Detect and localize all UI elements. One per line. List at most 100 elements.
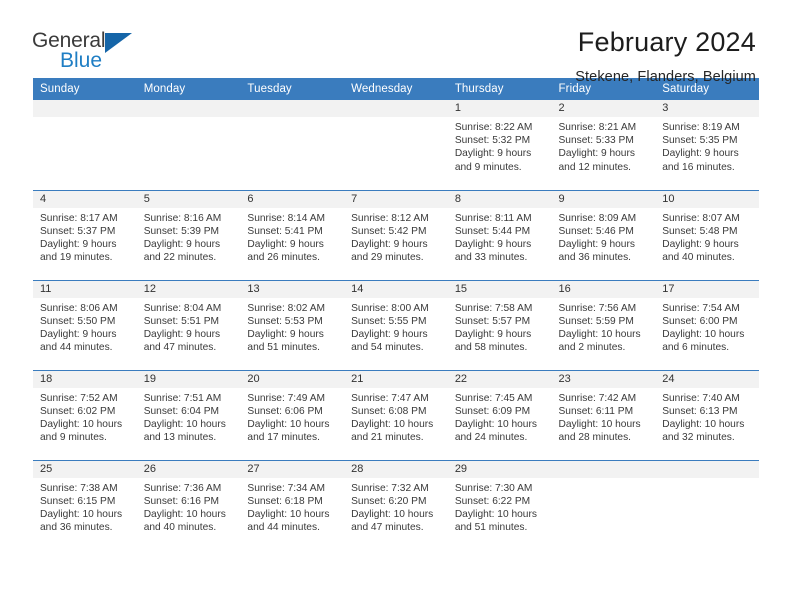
daylight-line-2: and 9 minutes.: [454, 161, 522, 173]
day-cell[interactable]: 13 Sunrise: 8:02 AM Sunset: 5:53 PM Dayligh…: [240, 279, 345, 370]
daylight-line-1: Daylight: 10 hours: [558, 418, 641, 430]
sunrise-time: Sunrise: 7:38 AM: [40, 482, 118, 494]
day-cell[interactable]: 1 Sunrise: 8:22 AM Sunset: 5:32 PM Daylight…: [447, 100, 552, 190]
sunrise-time: Sunrise: 8:06 AM: [40, 302, 118, 314]
day-cell-empty: [240, 100, 345, 190]
weekday-header-thursday: Thursday: [447, 78, 552, 100]
day-cell[interactable]: 19 Sunrise: 7:51 AM Sunset: 6:04 PM Dayligh…: [136, 369, 241, 460]
day-details: Sunrise: 8:06 AM Sunset: 5:50 PM Daylight:…: [33, 298, 137, 355]
daylight-line-2: and 9 minutes.: [40, 432, 107, 444]
day-cell[interactable]: 17 Sunrise: 7:54 AM Sunset: 6:00 PM Dayligh…: [655, 279, 759, 370]
day-cell[interactable]: 29 Sunrise: 7:30 AM Sunset: 6:22 PM Dayligh…: [447, 459, 552, 550]
sunrise-time: Sunrise: 8:17 AM: [40, 212, 118, 224]
sunset-time: Sunset: 5:59 PM: [558, 315, 634, 327]
sunset-time: Sunset: 6:04 PM: [143, 405, 220, 417]
sunset-time: Sunset: 6:22 PM: [454, 495, 531, 507]
sunrise-time: Sunrise: 7:58 AM: [454, 302, 533, 314]
day-number: [344, 100, 448, 117]
day-cell[interactable]: 5 Sunrise: 8:16 AM Sunset: 5:39 PM Daylight…: [136, 189, 241, 280]
daylight-line-1: Daylight: 9 hours: [351, 238, 428, 250]
logo-triangle-icon: [105, 33, 132, 53]
daylight-line-2: and 17 minutes.: [247, 432, 320, 444]
sunset-time: Sunset: 6:09 PM: [454, 405, 531, 417]
day-number: 4: [33, 190, 137, 208]
sunset-time: Sunset: 5:37 PM: [40, 225, 116, 237]
day-number: 5: [136, 190, 241, 208]
day-details: Sunrise: 8:02 AM Sunset: 5:53 PM Daylight:…: [240, 298, 344, 355]
sunrise-time: Sunrise: 7:40 AM: [662, 392, 740, 404]
sunset-time: Sunset: 5:57 PM: [454, 315, 531, 327]
day-details: Sunrise: 7:51 AM Sunset: 6:04 PM Daylight:…: [137, 388, 241, 445]
general-blue-logo[interactable]: General Blue: [32, 28, 152, 78]
logo-text-general: General: [32, 29, 106, 52]
daylight-line-2: and 51 minutes.: [454, 522, 528, 534]
sunrise-time: Sunrise: 8:02 AM: [247, 302, 325, 314]
day-details: Sunrise: 7:56 AM Sunset: 5:59 PM Daylight:…: [552, 298, 656, 355]
day-cell[interactable]: 21 Sunrise: 7:47 AM Sunset: 6:08 PM Dayligh…: [344, 369, 448, 460]
week-row: 11 Sunrise: 8:06 AM Sunset: 5:50 PM Dayligh…: [33, 279, 759, 370]
day-cell[interactable]: 23 Sunrise: 7:42 AM Sunset: 6:11 PM Dayligh…: [551, 369, 656, 460]
daylight-line-2: and 47 minutes.: [351, 522, 424, 534]
day-number: [33, 100, 137, 117]
daylight-line-2: and 44 minutes.: [40, 342, 113, 354]
day-number: 17: [655, 280, 759, 298]
day-number: 20: [240, 370, 345, 388]
day-cell[interactable]: 6 Sunrise: 8:14 AM Sunset: 5:41 PM Daylight…: [240, 189, 345, 280]
day-cell[interactable]: 10 Sunrise: 8:07 AM Sunset: 5:48 PM Dayligh…: [655, 189, 759, 280]
day-number: 28: [344, 460, 448, 478]
day-cell[interactable]: 18 Sunrise: 7:52 AM Sunset: 6:02 PM Dayligh…: [33, 369, 137, 460]
sunset-time: Sunset: 5:39 PM: [143, 225, 220, 237]
daylight-line-1: Daylight: 10 hours: [40, 418, 123, 430]
day-details: Sunrise: 7:58 AM Sunset: 5:57 PM Daylight:…: [448, 298, 552, 355]
day-details: Sunrise: 7:42 AM Sunset: 6:11 PM Daylight:…: [552, 388, 656, 445]
day-cell[interactable]: 20 Sunrise: 7:49 AM Sunset: 6:06 PM Dayligh…: [240, 369, 345, 460]
day-cell[interactable]: 7 Sunrise: 8:12 AM Sunset: 5:42 PM Daylight…: [344, 189, 448, 280]
day-cell[interactable]: 11 Sunrise: 8:06 AM Sunset: 5:50 PM Dayligh…: [33, 279, 137, 370]
daylight-line-1: Daylight: 10 hours: [662, 328, 745, 340]
daylight-line-1: Daylight: 10 hours: [143, 508, 226, 520]
day-cell[interactable]: 22 Sunrise: 7:45 AM Sunset: 6:09 PM Dayligh…: [447, 369, 552, 460]
day-cell[interactable]: 3 Sunrise: 8:19 AM Sunset: 5:35 PM Daylight…: [655, 100, 759, 190]
day-number: 25: [33, 460, 137, 478]
sunrise-time: Sunrise: 7:32 AM: [351, 482, 429, 494]
day-cell[interactable]: 15 Sunrise: 7:58 AM Sunset: 5:57 PM Dayligh…: [447, 279, 552, 370]
day-cell[interactable]: 14 Sunrise: 8:00 AM Sunset: 5:55 PM Dayligh…: [344, 279, 448, 370]
sunset-time: Sunset: 5:55 PM: [351, 315, 427, 327]
sunrise-time: Sunrise: 8:16 AM: [143, 212, 222, 224]
day-cell[interactable]: 27 Sunrise: 7:34 AM Sunset: 6:18 PM Dayligh…: [240, 459, 345, 550]
daylight-line-2: and 19 minutes.: [40, 252, 113, 264]
day-details: Sunrise: 8:19 AM Sunset: 5:35 PM Daylight:…: [655, 117, 759, 174]
sunset-time: Sunset: 5:35 PM: [662, 135, 738, 147]
day-number: 9: [551, 190, 656, 208]
day-cell[interactable]: 25 Sunrise: 7:38 AM Sunset: 6:15 PM Dayligh…: [33, 459, 137, 550]
day-cell[interactable]: 12 Sunrise: 8:04 AM Sunset: 5:51 PM Dayligh…: [136, 279, 241, 370]
sunrise-time: Sunrise: 7:42 AM: [558, 392, 637, 404]
sunset-time: Sunset: 6:15 PM: [40, 495, 116, 507]
daylight-line-1: Daylight: 10 hours: [662, 418, 745, 430]
day-cell[interactable]: 4 Sunrise: 8:17 AM Sunset: 5:37 PM Daylight…: [33, 189, 137, 280]
sunset-time: Sunset: 6:18 PM: [247, 495, 323, 507]
daylight-line-1: Daylight: 10 hours: [351, 508, 434, 520]
day-cell-empty: [136, 100, 241, 190]
day-cell[interactable]: 16 Sunrise: 7:56 AM Sunset: 5:59 PM Dayligh…: [551, 279, 656, 370]
sunset-time: Sunset: 5:50 PM: [40, 315, 116, 327]
day-number: 7: [344, 190, 448, 208]
sunrise-time: Sunrise: 7:51 AM: [143, 392, 222, 404]
daylight-line-1: Daylight: 9 hours: [662, 148, 739, 160]
day-details: Sunrise: 8:16 AM Sunset: 5:39 PM Daylight:…: [137, 208, 241, 265]
day-details: Sunrise: 8:14 AM Sunset: 5:41 PM Daylight:…: [240, 208, 344, 265]
day-cell[interactable]: 2 Sunrise: 8:21 AM Sunset: 5:33 PM Daylight…: [551, 100, 656, 190]
day-number: 12: [136, 280, 241, 298]
day-cell[interactable]: 9 Sunrise: 8:09 AM Sunset: 5:46 PM Daylight…: [551, 189, 656, 280]
day-cell[interactable]: 24 Sunrise: 7:40 AM Sunset: 6:13 PM Dayligh…: [655, 369, 759, 460]
sunrise-time: Sunrise: 8:07 AM: [662, 212, 740, 224]
day-cell[interactable]: 28 Sunrise: 7:32 AM Sunset: 6:20 PM Dayligh…: [344, 459, 448, 550]
day-cell[interactable]: 8 Sunrise: 8:11 AM Sunset: 5:44 PM Daylight…: [447, 189, 552, 280]
daylight-line-2: and 36 minutes.: [40, 522, 113, 534]
daylight-line-2: and 22 minutes.: [143, 252, 217, 264]
daylight-line-1: Daylight: 10 hours: [247, 418, 330, 430]
sunset-time: Sunset: 6:13 PM: [662, 405, 738, 417]
day-cell[interactable]: 26 Sunrise: 7:36 AM Sunset: 6:16 PM Dayligh…: [136, 459, 241, 550]
day-cell-empty: [33, 100, 137, 190]
sunset-time: Sunset: 6:20 PM: [351, 495, 427, 507]
